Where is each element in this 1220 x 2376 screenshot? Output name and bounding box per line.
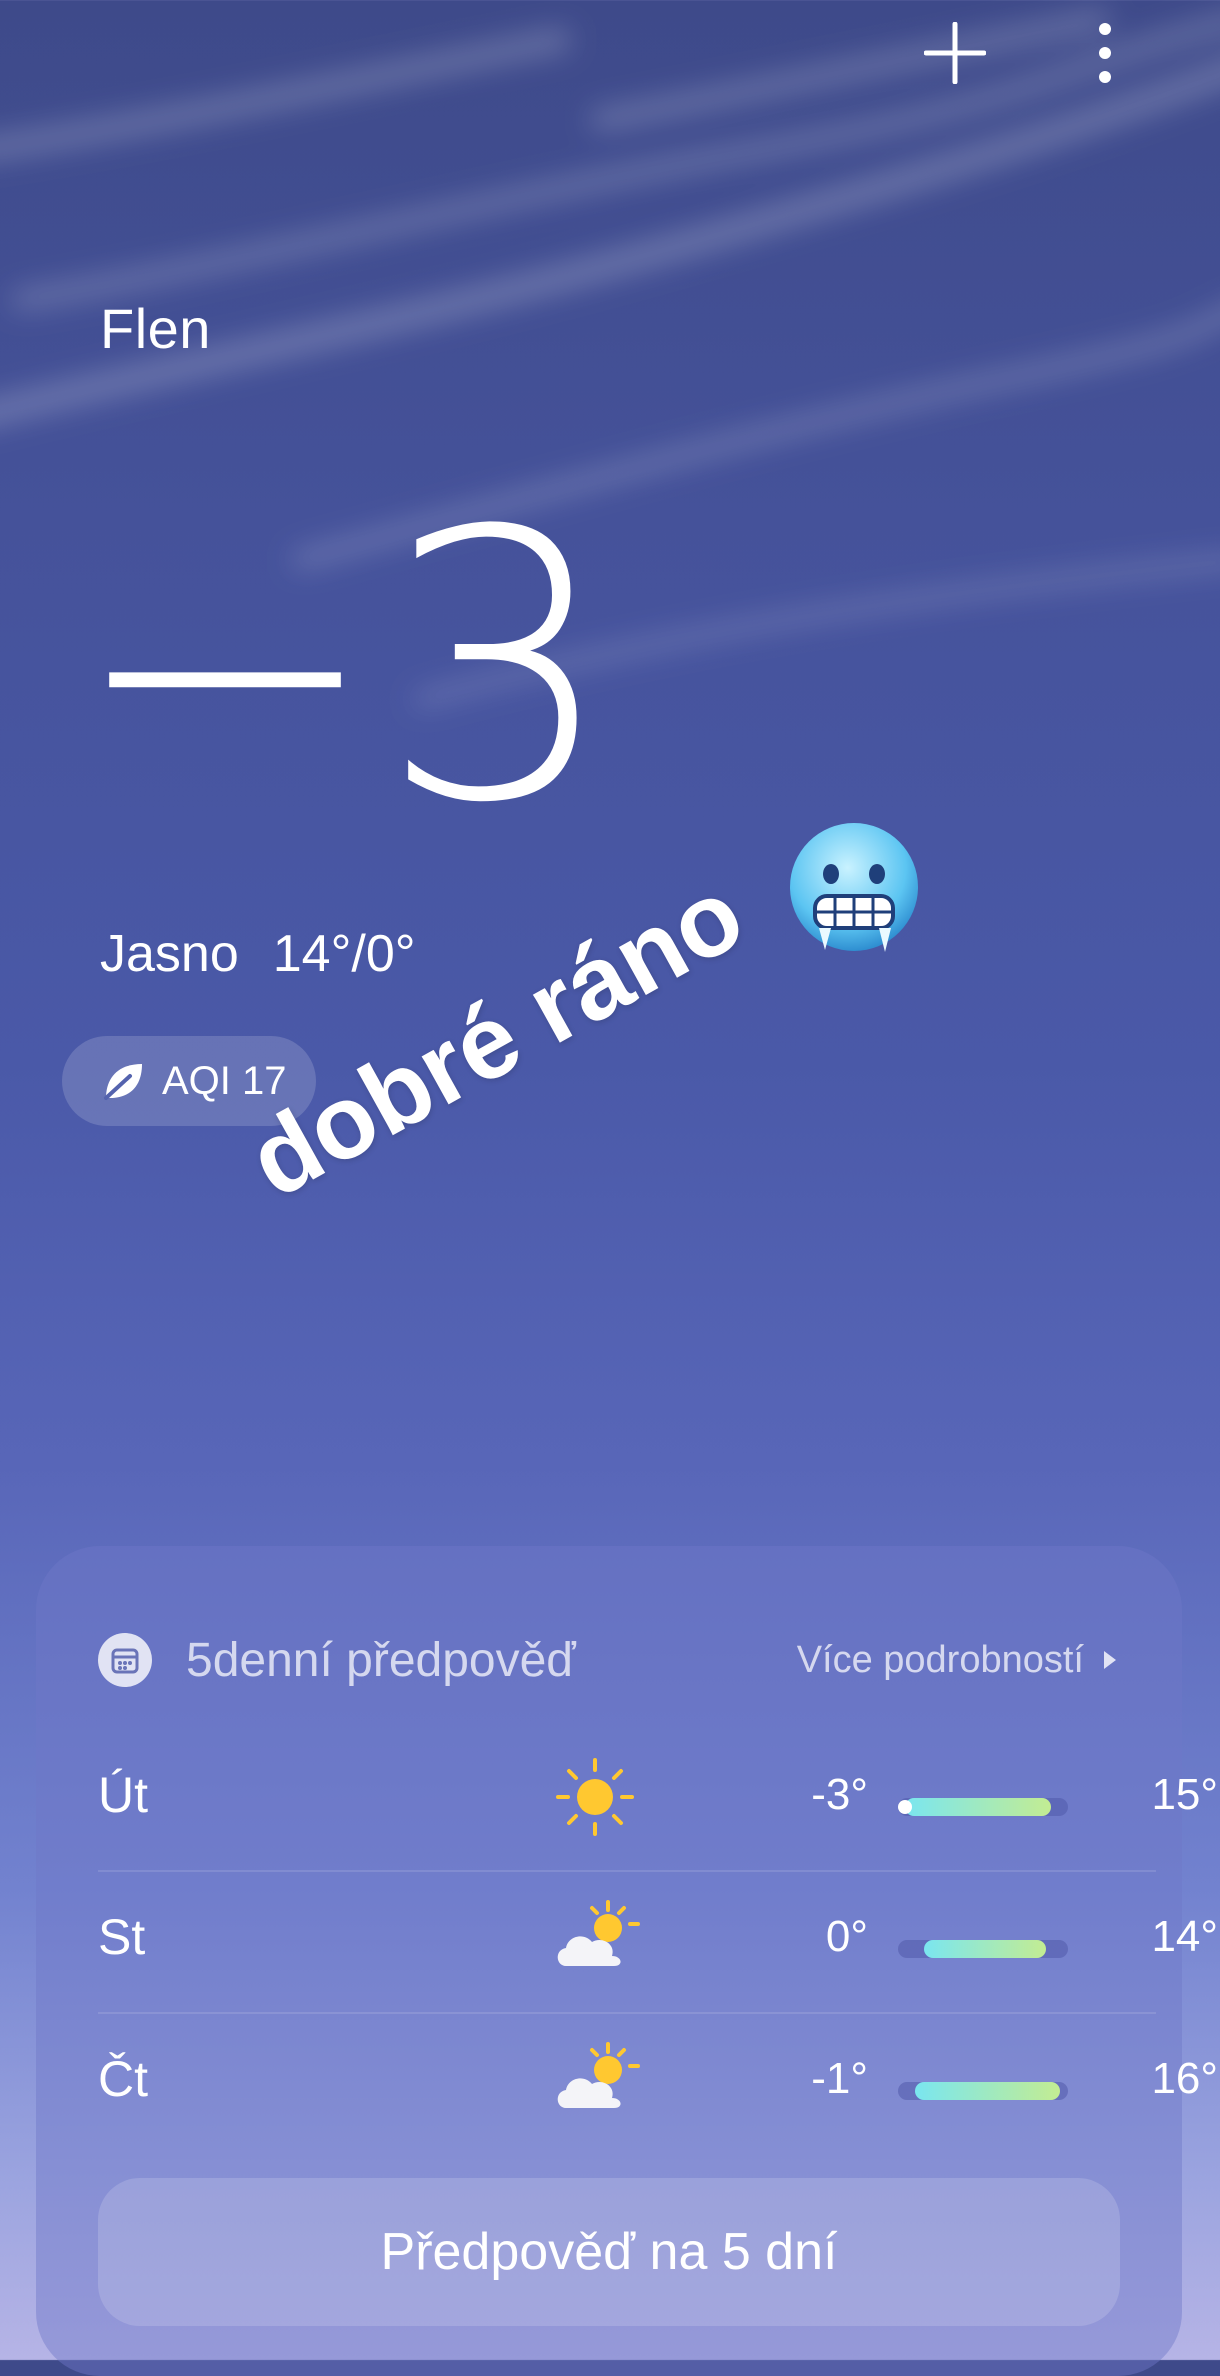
- svg-text:−3°: −3°: [70, 454, 630, 820]
- temp-range-bar: [898, 2082, 1068, 2100]
- day-name: Út: [98, 1767, 148, 1823]
- plus-icon: [924, 22, 986, 84]
- partly-cloudy-icon: [557, 2042, 640, 2108]
- more-options-button[interactable]: [1070, 18, 1140, 88]
- low-temp: 0°: [825, 1912, 868, 1961]
- cold-face-emoji: [790, 823, 918, 952]
- forecast-row-1[interactable]: St 0° 14°: [98, 1872, 1218, 2014]
- greeting-overlay: dobré ráno: [230, 855, 762, 1221]
- temp-range-fill: [923, 1940, 1046, 1958]
- high-temp: 16°: [1151, 2054, 1218, 2103]
- more-vertical-icon: [1099, 23, 1111, 83]
- forecast-header: 5denní předpověď Více podrobností: [98, 1630, 1118, 1690]
- day-name: St: [98, 1909, 146, 1965]
- forecast-title: 5denní předpověď: [186, 1633, 576, 1687]
- high-temp: 15°: [1151, 1770, 1218, 1819]
- forecast-row-0[interactable]: Út -3° 15°: [98, 1730, 1218, 1872]
- forecast-card: 5denní předpověď Více podrobností Út -3°…: [36, 1546, 1218, 2376]
- day-name: Čt: [98, 2051, 148, 2107]
- current-temp-marker: [897, 1800, 912, 1814]
- calendar-icon: [98, 1633, 152, 1687]
- city-name: Flen: [100, 297, 211, 360]
- five-day-forecast-button[interactable]: Předpověď na 5 dní: [98, 2178, 1120, 2326]
- low-temp: -1°: [811, 2054, 868, 2103]
- more-details-link[interactable]: Více podrobností: [797, 1639, 1118, 1682]
- leaf-icon: [104, 1064, 142, 1100]
- condition-text: Jasno: [100, 925, 239, 983]
- chevron-right-icon: [1104, 1651, 1116, 1669]
- forecast-row-2[interactable]: Čt -1° 16°: [98, 2014, 1218, 2156]
- low-temp: -3°: [811, 1770, 868, 1819]
- add-location-button[interactable]: [920, 18, 990, 88]
- temp-range-fill: [904, 1798, 1051, 1816]
- temp-range-bar: [898, 1940, 1068, 1958]
- sun-icon: [556, 1758, 634, 1836]
- temp-range-fill: [915, 2082, 1060, 2100]
- more-details-label: Více podrobností: [796, 1638, 1084, 1681]
- partly-cloudy-icon: [557, 1900, 640, 1966]
- temp-range-bar: [897, 1798, 1068, 1816]
- high-temp: 14°: [1151, 1912, 1218, 1961]
- current-temperature: −3°: [70, 454, 630, 820]
- high-low-temperature: 14°/0°: [272, 925, 416, 983]
- condition-row: Jasno 14°/0°: [100, 924, 416, 984]
